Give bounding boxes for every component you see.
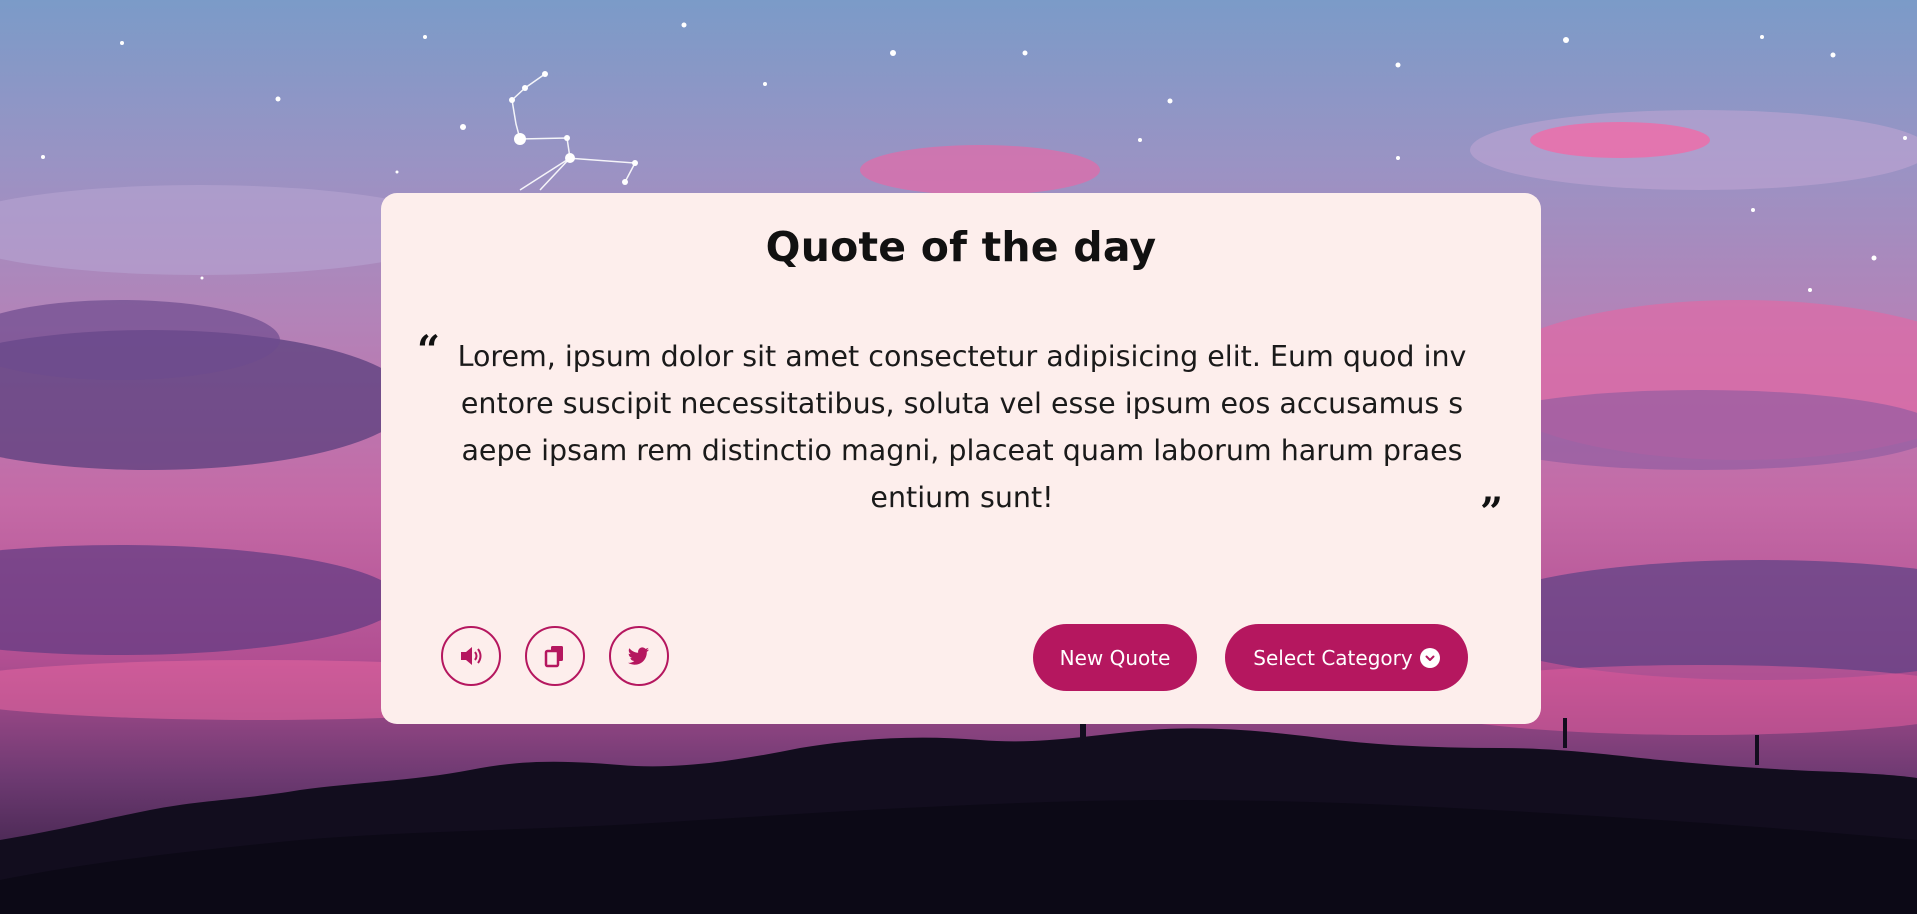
close-quote-icon: ”	[1480, 489, 1504, 536]
copy-icon	[544, 646, 563, 668]
select-category-button[interactable]: Select Category	[1225, 624, 1468, 691]
new-quote-label: New Quote	[1059, 645, 1171, 670]
speak-button[interactable]	[441, 626, 501, 686]
volume-icon	[461, 647, 482, 665]
twitter-button[interactable]	[609, 626, 669, 686]
page-background: Quote of the day “ Lorem, ipsum dolor si…	[0, 0, 1917, 914]
select-category-label: Select Category	[1253, 645, 1413, 670]
quote-text: Lorem, ipsum dolor sit amet consectetur …	[457, 340, 1467, 514]
copy-button[interactable]	[525, 626, 585, 686]
new-quote-button[interactable]: New Quote	[1033, 624, 1197, 691]
twitter-icon	[628, 647, 649, 665]
chevron-down-icon	[1419, 647, 1440, 668]
card-title: Quote of the day	[765, 223, 1157, 271]
quote-card: Quote of the day “ Lorem, ipsum dolor si…	[381, 193, 1541, 724]
open-quote-icon: “	[417, 327, 441, 374]
